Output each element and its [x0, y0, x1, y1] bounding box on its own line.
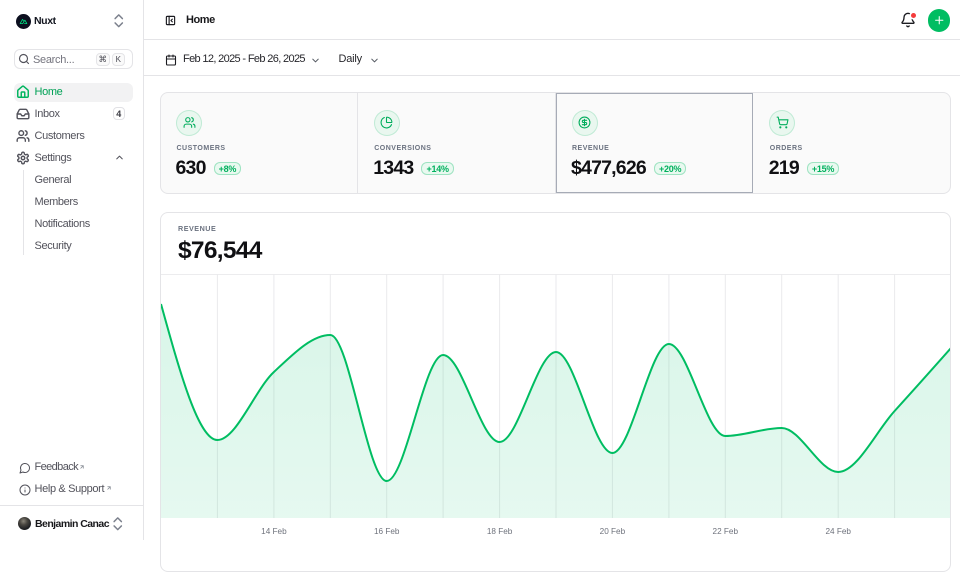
svg-text:14 Feb: 14 Feb — [261, 527, 287, 536]
svg-text:20 Feb: 20 Feb — [599, 527, 625, 536]
svg-text:24 Feb: 24 Feb — [825, 527, 851, 536]
svg-text:18 Feb: 18 Feb — [486, 527, 512, 536]
svg-text:16 Feb: 16 Feb — [373, 527, 399, 536]
svg-text:22 Feb: 22 Feb — [712, 527, 738, 536]
